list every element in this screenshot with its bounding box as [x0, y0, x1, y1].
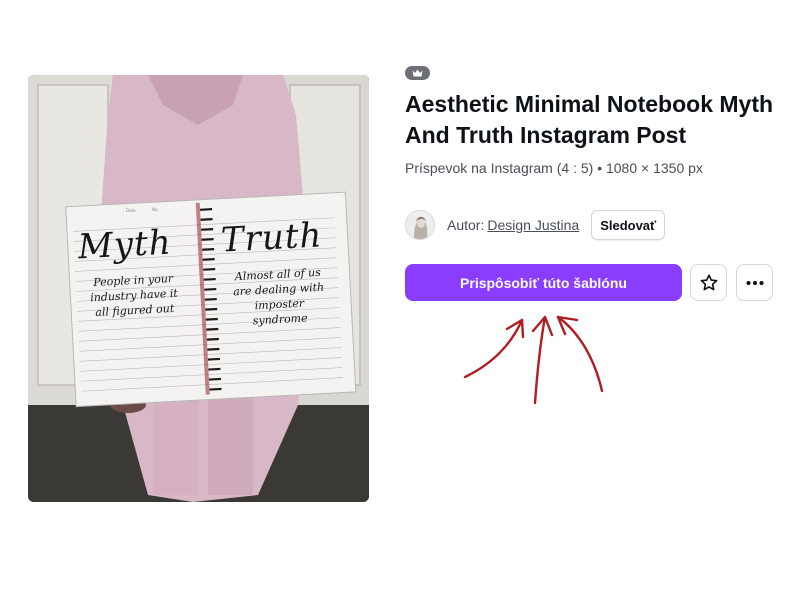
notebook-left-body: People in your industry have it all figu… — [89, 271, 179, 320]
notebook-left-title: Myth — [77, 222, 173, 268]
more-options-button[interactable] — [736, 264, 773, 301]
follow-button[interactable]: Sledovať — [591, 210, 666, 240]
customize-template-button[interactable]: Prispôsobiť túto šablónu — [405, 264, 682, 301]
star-icon — [700, 273, 717, 290]
notebook-date-label: Date — [126, 208, 136, 213]
premium-badge — [405, 66, 430, 80]
notebook-right-body: Almost all of us are dealing with impost… — [232, 265, 325, 328]
template-title: Aesthetic Minimal Notebook Myth And Trut… — [405, 91, 774, 148]
notebook-no-label: No. — [152, 207, 159, 212]
template-format-info: Príspevok na Instagram (4 : 5) • 1080 × … — [405, 160, 703, 176]
template-preview-image[interactable]: Date No. Myth People in your industry ha… — [28, 75, 369, 502]
author-row: Autor: Design Justina Sledovať — [405, 210, 666, 240]
annotation-arrows — [463, 315, 604, 405]
more-icon — [746, 280, 763, 285]
crown-icon — [412, 69, 423, 77]
author-prefix: Autor: — [447, 217, 485, 233]
favorite-button[interactable] — [690, 264, 727, 301]
author-avatar[interactable] — [405, 210, 435, 240]
author-name-link[interactable]: Design Justina — [487, 217, 579, 233]
avatar-image — [406, 211, 434, 239]
notebook-right-title: Truth — [220, 215, 324, 261]
